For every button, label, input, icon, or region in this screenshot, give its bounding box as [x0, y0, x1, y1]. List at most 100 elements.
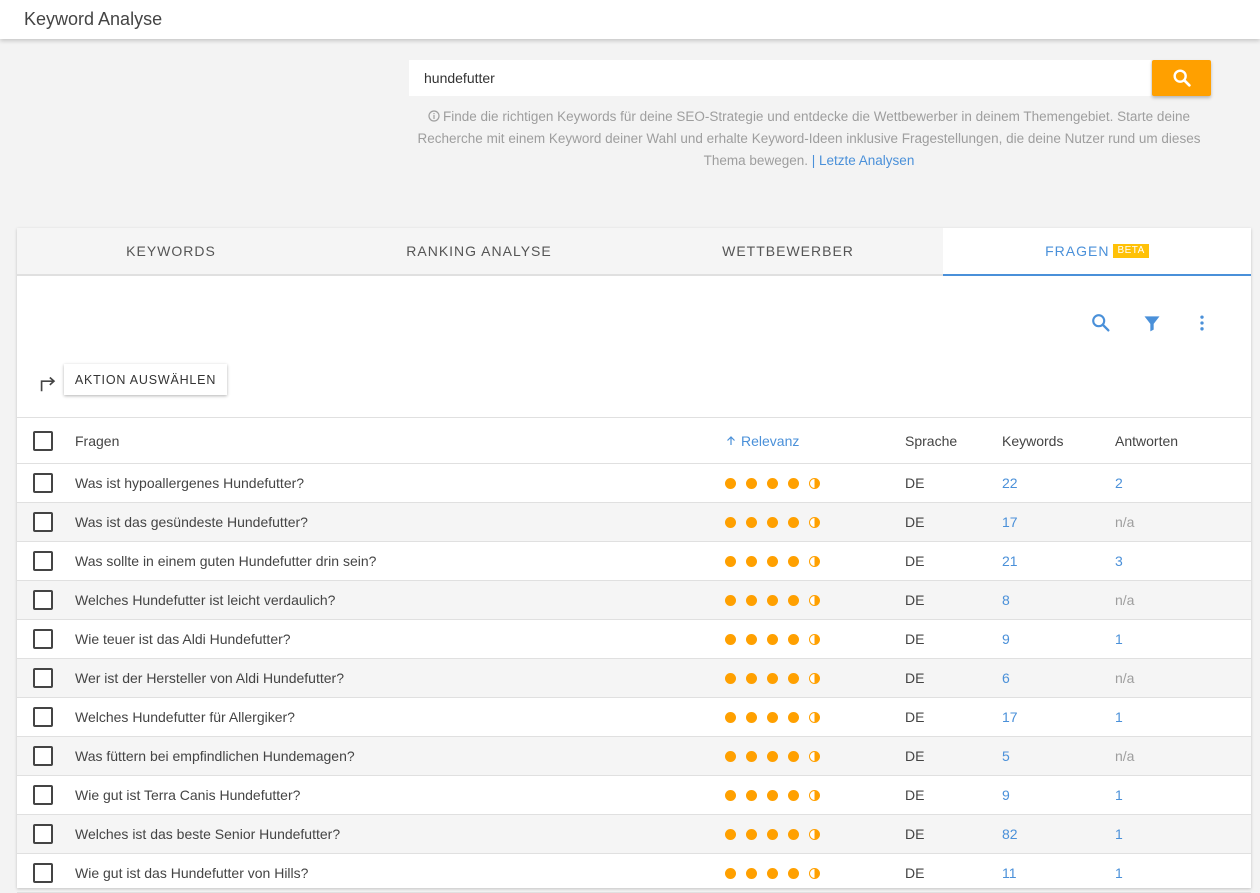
top-app-bar: Keyword Analyse	[0, 0, 1260, 39]
search-button[interactable]	[1152, 60, 1211, 96]
question-text: Welches Hundefutter für Allergiker?	[75, 709, 295, 725]
relevance-rating	[725, 698, 830, 736]
table-row[interactable]: Was ist hypoallergenes Hundefutter? DE 22 2	[17, 464, 1251, 503]
tab-wettbewerber[interactable]: WETTBEWERBER	[634, 228, 942, 274]
answers-count[interactable]: 1	[1115, 815, 1123, 853]
table-row[interactable]: Was füttern bei empfindlichen Hundemagen…	[17, 737, 1251, 776]
row-checkbox[interactable]	[33, 746, 53, 766]
row-checkbox-cell	[33, 620, 53, 658]
row-checkbox[interactable]	[33, 824, 53, 844]
relevance-rating	[725, 854, 830, 892]
relevance-dot	[767, 711, 778, 723]
answers-count[interactable]: 1	[1115, 620, 1123, 658]
filter-button[interactable]	[1139, 310, 1165, 336]
row-checkbox[interactable]	[33, 473, 53, 493]
relevance-half-dot	[809, 750, 820, 762]
answers-count[interactable]: 1	[1115, 698, 1123, 736]
table-row[interactable]: Wer ist der Hersteller von Aldi Hundefut…	[17, 659, 1251, 698]
more-vert-icon	[1200, 315, 1204, 331]
answers-count[interactable]: 2	[1115, 464, 1123, 502]
relevance-dot	[725, 594, 736, 606]
row-checkbox[interactable]	[33, 863, 53, 883]
keywords-count-link[interactable]: 82	[1002, 815, 1018, 853]
header-fragen[interactable]: Fragen	[75, 418, 119, 463]
language-cell: DE	[905, 748, 925, 764]
relevance-dot	[788, 555, 799, 567]
table-row[interactable]: Was sollte in einem guten Hundefutter dr…	[17, 542, 1251, 581]
answers-count: n/a	[1115, 670, 1135, 686]
relevance-dot	[725, 555, 736, 567]
header-antworten[interactable]: Antworten	[1115, 418, 1178, 463]
row-checkbox[interactable]	[33, 512, 53, 532]
header-keywords[interactable]: Keywords	[1002, 418, 1063, 463]
keywords-count-link[interactable]: 6	[1002, 659, 1010, 697]
keywords-count-link[interactable]: 21	[1002, 542, 1018, 580]
select-action-button[interactable]: AKTION AUSWÄHLEN	[64, 364, 227, 395]
select-all-checkbox[interactable]	[33, 430, 53, 451]
relevance-dot	[746, 750, 757, 762]
row-checkbox[interactable]	[33, 668, 53, 688]
tab-keywords[interactable]: KEYWORDS	[17, 228, 325, 274]
row-checkbox[interactable]	[33, 785, 53, 805]
row-checkbox-cell	[33, 464, 53, 502]
keywords-count-link[interactable]: 9	[1002, 776, 1010, 814]
keywords-count-link[interactable]: 11	[1002, 854, 1017, 892]
relevance-dot	[725, 789, 736, 801]
relevance-rating	[725, 815, 830, 853]
keywords-count-link[interactable]: 22	[1002, 464, 1018, 502]
table-row[interactable]: Welches Hundefutter für Allergiker? DE 17 1	[17, 698, 1251, 737]
keywords-count-link[interactable]: 8	[1002, 581, 1010, 619]
row-checkbox[interactable]	[33, 590, 53, 610]
relevance-dot	[788, 672, 799, 684]
keywords-count-link[interactable]: 17	[1002, 698, 1018, 736]
search-icon	[1092, 314, 1110, 332]
relevance-dot	[788, 867, 799, 879]
answers-count[interactable]: 1	[1115, 854, 1123, 892]
table-search-button[interactable]	[1088, 310, 1114, 336]
table-row[interactable]: Wie gut ist das Hundefutter von Hills? DE…	[17, 854, 1251, 893]
more-options-button[interactable]	[1189, 310, 1215, 336]
row-checkbox-cell	[33, 503, 53, 541]
relevance-dot	[767, 555, 778, 567]
relevance-dot	[746, 867, 757, 879]
answers-count: n/a	[1115, 514, 1135, 530]
table-row[interactable]: Welches Hundefutter ist leicht verdaulic…	[17, 581, 1251, 620]
keywords-count-link[interactable]: 5	[1002, 737, 1010, 775]
relevance-dot	[767, 789, 778, 801]
question-text: Was ist das gesündeste Hundefutter?	[75, 514, 308, 530]
header-sprache[interactable]: Sprache	[905, 418, 957, 463]
relevance-rating	[725, 503, 830, 541]
header-relevanz[interactable]: Relevanz	[725, 418, 799, 463]
relevance-dot	[767, 594, 778, 606]
tab-label: KEYWORDS	[126, 243, 216, 259]
language-cell: DE	[905, 475, 925, 491]
relevance-dot	[746, 555, 757, 567]
table-row[interactable]: Welches ist das beste Senior Hundefutter…	[17, 815, 1251, 854]
row-checkbox-cell	[33, 737, 53, 775]
row-checkbox-cell	[33, 776, 53, 814]
answers-count[interactable]: 3	[1115, 542, 1123, 580]
answers-count[interactable]: 1	[1115, 776, 1123, 814]
relevance-rating	[725, 620, 830, 658]
keywords-count-link[interactable]: 17	[1002, 503, 1018, 541]
table-row[interactable]: Was ist das gesündeste Hundefutter? DE 17 n…	[17, 503, 1251, 542]
relevance-dot	[788, 711, 799, 723]
relevance-dot	[746, 672, 757, 684]
tab-fragen[interactable]: FRAGEN BETA	[943, 228, 1251, 276]
keywords-count-link[interactable]: 9	[1002, 620, 1010, 658]
relevance-dot	[725, 711, 736, 723]
last-analyses-link[interactable]: | Letzte Analysen	[812, 153, 915, 168]
row-checkbox[interactable]	[33, 629, 53, 649]
row-checkbox[interactable]	[33, 707, 53, 727]
keyword-search-input[interactable]	[409, 60, 1151, 96]
table-header: Fragen Relevanz Sprache Keywords Antwort…	[17, 417, 1251, 464]
table-row[interactable]: Wie teuer ist das Aldi Hundefutter? DE 9 1	[17, 620, 1251, 659]
row-checkbox[interactable]	[33, 551, 53, 571]
table-row[interactable]: Wie gut ist Terra Canis Hundefutter? DE 9 1	[17, 776, 1251, 815]
search-info-text: Finde die richtigen Keywords für deine S…	[405, 106, 1213, 172]
relevance-dot	[788, 516, 799, 528]
arrow-up-icon	[727, 435, 735, 445]
language-cell: DE	[905, 514, 925, 530]
relevance-dot	[746, 477, 757, 489]
tab-ranking-analyse[interactable]: RANKING ANALYSE	[325, 228, 633, 274]
